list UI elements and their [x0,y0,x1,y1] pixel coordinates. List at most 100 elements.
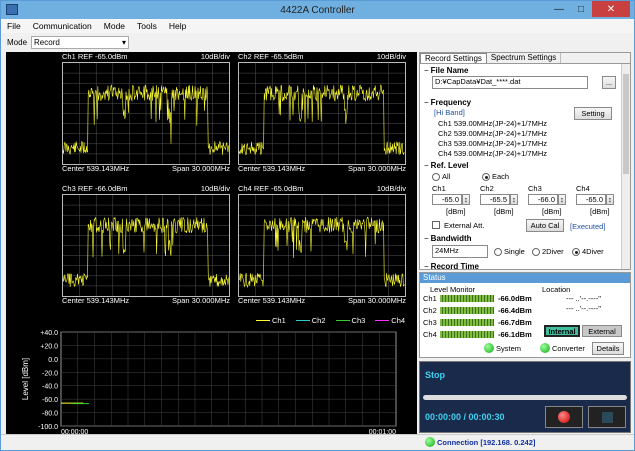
level-chart: Level [dBm] +40.0 +20.0 0.0 -20.0 -40.0 -60.0… [21,330,397,434]
menu-file[interactable]: File [7,21,21,31]
record-button[interactable] [545,406,583,428]
ch-label: Ch2 [238,52,252,61]
spectrum-ch1: Ch1 REF -65.0dBm 10dB/div Center 539.143M… [60,52,232,174]
internal-button[interactable]: Internal [544,325,580,337]
graph-area: Ch1 REF -65.0dBm 10dB/div Center 539.143M… [6,52,417,434]
div-label: 10dB/div [376,184,406,193]
system-label: System [496,344,522,353]
converter-label: Converter [552,344,585,353]
menu-communication[interactable]: Communication [33,21,92,31]
level-bar-ch3 [440,319,494,326]
ref-ch1-label: Ch1 [432,184,446,193]
close-button[interactable]: ✕ [592,1,630,17]
ref-label: REF -66.0dBm [77,184,128,193]
center-label: Center 539.143MHz [62,164,130,173]
stop-button[interactable] [588,406,626,428]
ch-label: Ch1 [62,52,76,61]
radio-each[interactable] [482,173,490,181]
connection-icon [425,437,435,447]
file-name-input[interactable]: D:¥CapData¥Dat_****.dat [432,76,588,89]
file-name-section[interactable]: File Name [424,66,469,75]
auto-cal-button[interactable]: Auto Cal [526,219,564,232]
spectrum-plot [62,195,229,296]
ref-ch2-input[interactable]: -65.5 [480,194,510,205]
mode-select[interactable]: Record [31,36,130,49]
ref-level-section[interactable]: Ref. Level [424,161,469,170]
minimize-button[interactable]: — [548,1,570,17]
executed-label: [Executed] [570,222,606,231]
details-button[interactable]: Details [592,342,624,355]
radio-single[interactable] [494,248,502,256]
ref-label: REF -65.0dBm [253,184,304,193]
unit-ch1: [dBm] [446,207,466,216]
external-att-checkbox[interactable] [432,221,440,229]
location-line2: --- ..'--.----" [566,304,601,313]
status-panel: Status Level Monitor Location Ch1 -66.0d… [419,272,631,358]
ref-ch2-stepper[interactable]: ↕ [510,194,518,205]
ref-label: REF -65.5dBm [253,52,304,61]
app-icon [6,4,18,15]
maximize-button[interactable]: □ [570,1,592,17]
unit-ch4: [dBm] [590,207,610,216]
freq-ch3: Ch3 539.00MHz(JP-24)+1/7MHz [438,139,548,148]
browse-button[interactable]: ... [602,76,616,89]
menu-help[interactable]: Help [169,21,186,31]
external-button[interactable]: External [582,325,622,337]
y-tick-label: -100.0 [38,424,58,431]
level-ch4: -66.1dBm [498,330,532,339]
y-tick-label: -60.0 [42,397,58,404]
ref-ch3-stepper[interactable]: ↕ [558,194,566,205]
center-label: Center 539.143MHz [238,164,306,173]
freq-ch1: Ch1 539.00MHz(JP-24)+1/7MHz [438,119,548,128]
center-label: Center 539.143MHz [238,296,306,305]
span-label: Span 30.000MHz [348,164,406,173]
record-icon [558,411,570,423]
radio-4diver[interactable] [572,248,580,256]
level-ch1: -66.0dBm [498,294,532,303]
settings-scrollbar[interactable] [621,64,630,269]
ref-ch4-input[interactable]: -65.0 [576,194,606,205]
radio-2diver-label: 2Diver [542,247,564,256]
record-time: 00:00:00 / 00:00:30 [425,412,505,422]
main-window: 4422A Controller — □ ✕ File Communicatio… [0,0,635,451]
location-label: Location [542,285,571,294]
ref-ch1-input[interactable]: -65.0 [432,194,462,205]
menu-tools[interactable]: Tools [137,21,157,31]
radio-all[interactable] [432,173,440,181]
ref-ch4-label: Ch4 [576,184,590,193]
ref-ch1-stepper[interactable]: ↕ [462,194,470,205]
tab-record-settings[interactable]: Record Settings [420,53,487,63]
div-label: 10dB/div [200,52,230,61]
freq-ch2: Ch2 539.00MHz(JP-24)+1/7MHz [438,129,548,138]
spectrum-ch4: Ch4 REF -65.0dBm 10dB/div Center 539.143M… [236,184,408,306]
record-time-section[interactable]: Record Time [424,262,479,271]
record-progress[interactable] [423,395,627,400]
spectrum-plot [238,195,405,296]
span-label: Span 30.000MHz [348,296,406,305]
bandwidth-section[interactable]: Bandwidth [424,234,472,243]
title-bar: 4422A Controller — □ ✕ [1,1,634,19]
menu-mode[interactable]: Mode [104,21,125,31]
recorder-panel: Stop 00:00:00 / 00:00:30 [419,361,631,433]
bandwidth-select[interactable]: 24MHz [432,245,488,258]
status-ch2: Ch2 [423,306,437,315]
location-line1: --- ..'--.----" [566,294,601,303]
record-state: Stop [425,370,445,380]
y-tick-label: -20.0 [42,370,58,377]
ref-ch4-stepper[interactable]: ↕ [606,194,614,205]
radio-single-label: Single [504,247,525,256]
frequency-setting-button[interactable]: Setting [574,107,612,120]
level-bar-ch4 [440,331,494,338]
tab-spectrum-settings[interactable]: Spectrum Settings [487,53,562,63]
status-ch3: Ch3 [423,318,437,327]
ref-ch3-input[interactable]: -66.0 [528,194,558,205]
radio-2diver[interactable] [532,248,540,256]
level-bar-ch2 [440,307,494,314]
converter-status-icon [540,343,550,353]
ref-ch2-label: Ch2 [480,184,494,193]
mode-label: Mode [7,38,28,47]
band-label: [Hi Band] [434,108,465,117]
spectrum-ch2: Ch2 REF -65.5dBm 10dB/div Center 539.143M… [236,52,408,174]
ch-label: Ch3 [62,184,76,193]
frequency-section[interactable]: Frequency [424,98,471,107]
